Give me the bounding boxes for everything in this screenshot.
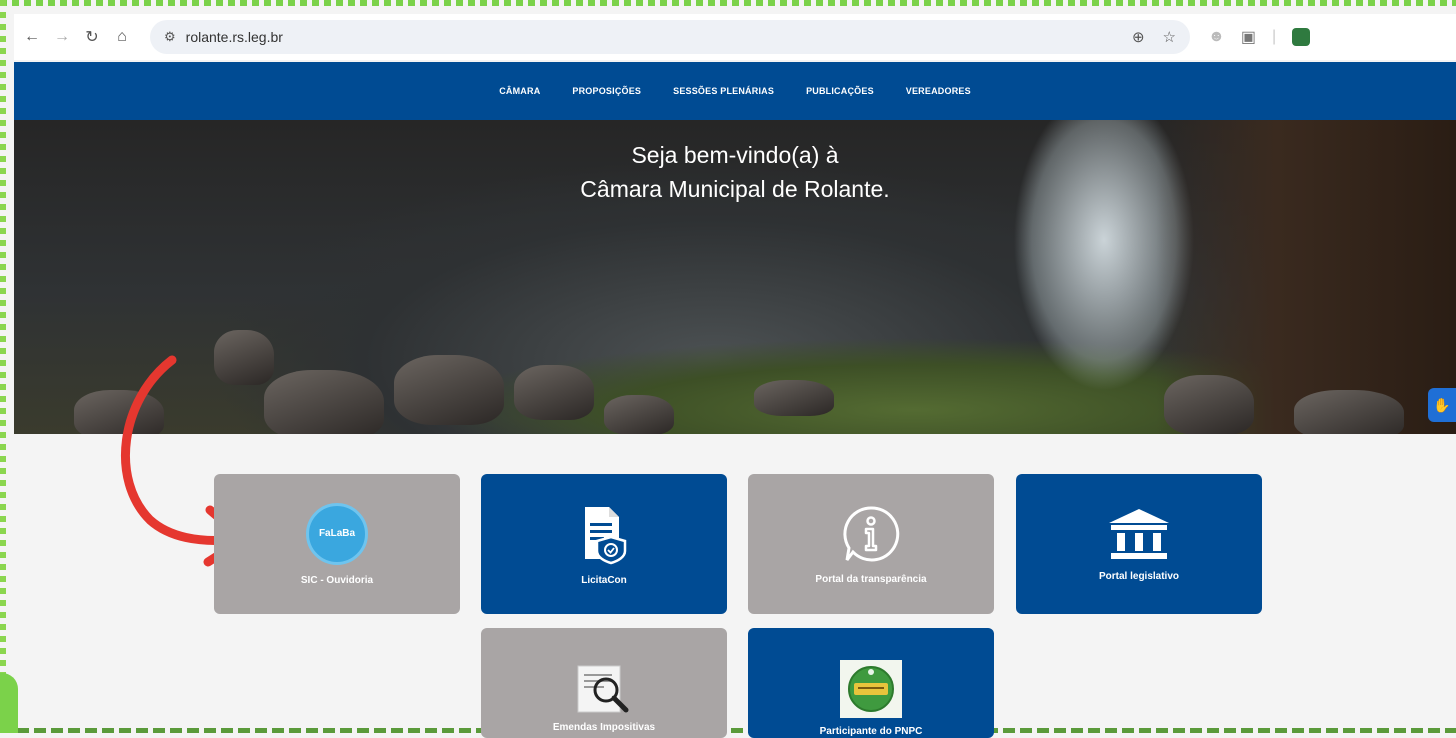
falabr-logo-icon: FaLaBa (306, 502, 368, 565)
document-shield-icon (579, 503, 629, 565)
profile-icon[interactable]: ☻ (1208, 28, 1225, 46)
hero-rock (514, 365, 594, 420)
hero-rock (1294, 390, 1404, 434)
corner-decoration (0, 673, 18, 733)
site-navigation: CÂMARA PROPOSIÇÕES SESSÕES PLENÁRIAS PUB… (14, 62, 1456, 120)
back-icon[interactable]: ← (20, 25, 44, 49)
nav-sessoes-plenarias[interactable]: SESSÕES PLENÁRIAS (673, 86, 774, 96)
card-sic-ouvidoria[interactable]: FaLaBa SIC - Ouvidoria (214, 474, 460, 614)
address-bar[interactable]: ⚙ rolante.rs.leg.br ⊕ ☆ (150, 20, 1190, 54)
hero-title: Seja bem-vindo(a) à Câmara Municipal de … (14, 138, 1456, 206)
home-icon[interactable]: ⌂ (110, 25, 134, 49)
card-participante-pnpc[interactable]: Participante do PNPC (748, 628, 994, 738)
building-columns-icon (1107, 507, 1171, 561)
site-settings-icon[interactable]: ⚙ (164, 29, 176, 45)
hero-rock (264, 370, 384, 434)
hero-rock (1164, 375, 1254, 434)
frame-left-border (0, 0, 6, 733)
forward-icon[interactable]: → (50, 25, 74, 49)
info-bubble-icon (841, 504, 901, 564)
url-text: rolante.rs.leg.br (185, 29, 283, 45)
accessibility-icon[interactable]: ✋ (1428, 388, 1456, 422)
card-label: Emendas Impositivas (552, 722, 656, 733)
hero-line-2: Câmara Municipal de Rolante. (580, 176, 890, 202)
frame-bottom-border (0, 728, 1456, 733)
divider: | (1271, 28, 1277, 45)
nav-vereadores[interactable]: VEREADORES (906, 86, 971, 96)
card-portal-legislativo[interactable]: Portal legislativo (1016, 474, 1262, 614)
card-licitacon[interactable]: LicitaCon (481, 474, 727, 614)
hero-rock (604, 395, 674, 434)
card-label: LicitaCon (581, 574, 627, 586)
extensions-icon[interactable]: ▣ (1241, 27, 1256, 47)
nav-proposicoes[interactable]: PROPOSIÇÕES (572, 86, 641, 96)
document-magnifier-icon (576, 664, 632, 714)
hero-line-1: Seja bem-vindo(a) à (631, 142, 839, 168)
star-icon[interactable]: ☆ (1163, 28, 1176, 46)
card-portal-transparencia[interactable]: Portal da transparência (748, 474, 994, 614)
browser-toolbar: ← → ↻ ⌂ ⚙ rolante.rs.leg.br ⊕ ☆ ☻ ▣ | (14, 14, 1456, 60)
card-label: Portal da transparência (815, 573, 927, 585)
pnpc-seal-icon (840, 660, 902, 718)
hero-rock (394, 355, 504, 425)
zoom-icon[interactable]: ⊕ (1132, 28, 1145, 46)
card-label: Participante do PNPC (819, 726, 923, 737)
hero-rock (754, 380, 834, 416)
extension-app-icon[interactable] (1292, 28, 1311, 46)
card-label: SIC - Ouvidoria (300, 574, 374, 586)
card-label: Portal legislativo (1098, 570, 1180, 582)
frame-top-border (0, 0, 1456, 14)
reload-icon[interactable]: ↻ (80, 25, 104, 49)
card-emendas-impositivas[interactable]: Emendas Impositivas (481, 628, 727, 738)
nav-publicacoes[interactable]: PUBLICAÇÕES (806, 86, 874, 96)
nav-camara[interactable]: CÂMARA (499, 86, 540, 96)
